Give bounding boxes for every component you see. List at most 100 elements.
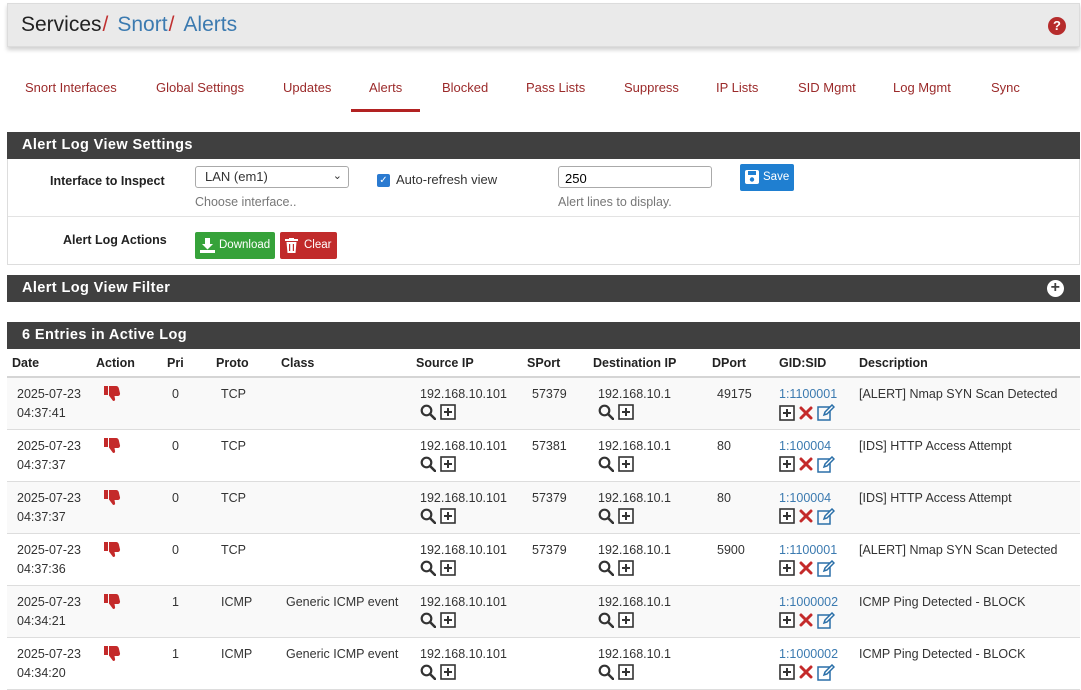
search-icon[interactable]: [420, 560, 437, 582]
add-suppress-icon[interactable]: [618, 663, 634, 686]
gid-sid-link[interactable]: 1:1000002: [779, 647, 838, 661]
thumbs-down-icon[interactable]: [103, 541, 121, 564]
disable-rule-icon[interactable]: [799, 561, 813, 581]
clear-button[interactable]: Clear: [280, 232, 337, 259]
add-suppress-icon[interactable]: [440, 559, 456, 582]
search-icon[interactable]: [420, 456, 437, 478]
date-text: 2025-07-23: [17, 594, 81, 609]
interface-select[interactable]: LAN (em1) ⌄: [195, 166, 349, 188]
col-dport[interactable]: DPort: [707, 349, 774, 378]
search-icon[interactable]: [598, 612, 615, 634]
col-pri[interactable]: Pri: [162, 349, 211, 378]
thumbs-down-icon[interactable]: [103, 437, 121, 460]
search-icon[interactable]: [598, 404, 615, 426]
time-text: 04:37:37: [17, 509, 66, 524]
interface-help: Choose interface..: [195, 195, 297, 209]
gid-sid-link[interactable]: 1:1000002: [779, 595, 838, 609]
gid-sid-link[interactable]: 1:100004: [779, 491, 831, 505]
add-suppress-icon[interactable]: [618, 611, 634, 634]
tab-suppress[interactable]: Suppress: [624, 78, 679, 112]
disable-rule-icon[interactable]: [799, 509, 813, 529]
col-action[interactable]: Action: [91, 349, 162, 378]
edit-icon[interactable]: [817, 507, 836, 531]
cell-source-ip: 192.168.10.101: [411, 481, 522, 534]
download-button[interactable]: Download: [195, 232, 275, 259]
add-suppress-icon[interactable]: [440, 455, 456, 478]
interface-select-value: LAN (em1): [205, 169, 268, 184]
search-icon[interactable]: [420, 612, 437, 634]
search-icon[interactable]: [598, 664, 615, 686]
disable-rule-icon[interactable]: [799, 457, 813, 477]
tab-pass-lists[interactable]: Pass Lists: [526, 78, 585, 112]
col-destination-ip[interactable]: Destination IP: [588, 349, 707, 378]
cell-pri: 0: [162, 481, 211, 534]
col-sport[interactable]: SPort: [522, 349, 588, 378]
thumbs-down-icon[interactable]: [103, 386, 121, 408]
edit-icon[interactable]: [817, 663, 836, 687]
search-icon[interactable]: [420, 664, 437, 686]
gid-sid-link[interactable]: 1:1100001: [779, 543, 837, 557]
expand-plus-icon[interactable]: +: [1047, 280, 1064, 297]
disable-rule-icon[interactable]: [799, 406, 813, 426]
tab-sid-mgmt[interactable]: SID Mgmt: [798, 78, 856, 112]
disable-rule-icon[interactable]: [799, 665, 813, 685]
page-header: Services/Snort/Alerts ?: [7, 3, 1080, 47]
col-date[interactable]: Date: [7, 349, 91, 378]
tab-blocked[interactable]: Blocked: [442, 78, 488, 112]
col-description[interactable]: Description: [854, 349, 1080, 378]
cell-sport: 57381: [522, 429, 588, 482]
tab-ip-lists[interactable]: IP Lists: [716, 78, 758, 112]
add-suppress-icon[interactable]: [779, 456, 795, 478]
disable-rule-icon[interactable]: [799, 613, 813, 633]
thumbs-down-icon[interactable]: [103, 593, 121, 616]
col-class[interactable]: Class: [276, 349, 411, 378]
thumbs-down-icon[interactable]: [103, 489, 121, 512]
search-icon[interactable]: [420, 508, 437, 530]
add-suppress-icon[interactable]: [618, 559, 634, 582]
add-suppress-icon[interactable]: [779, 508, 795, 530]
add-suppress-icon[interactable]: [779, 560, 795, 582]
tab-global-settings[interactable]: Global Settings: [156, 78, 244, 112]
settings-panel-title: Alert Log View Settings: [7, 132, 1080, 159]
cell-action: [91, 429, 162, 482]
add-suppress-icon[interactable]: [440, 507, 456, 530]
tab-snort-interfaces[interactable]: Snort Interfaces: [25, 78, 117, 112]
autorefresh-checkbox[interactable]: ✓: [377, 174, 390, 187]
thumbs-down-icon[interactable]: [103, 645, 121, 668]
add-suppress-icon[interactable]: [440, 663, 456, 686]
gid-sid-link[interactable]: 1:1100001: [779, 387, 837, 401]
add-suppress-icon[interactable]: [618, 455, 634, 478]
add-suppress-icon[interactable]: [779, 612, 795, 634]
search-icon[interactable]: [598, 560, 615, 582]
add-suppress-icon[interactable]: [440, 611, 456, 634]
add-suppress-icon[interactable]: [618, 507, 634, 530]
breadcrumb-snort-link[interactable]: Snort: [117, 13, 167, 36]
help-icon[interactable]: ?: [1048, 17, 1066, 35]
cell-destination-ip: 192.168.10.1: [588, 481, 707, 534]
alert-lines-input[interactable]: [558, 166, 712, 188]
search-icon[interactable]: [420, 404, 437, 426]
edit-icon[interactable]: [817, 559, 836, 583]
tab-alerts[interactable]: Alerts: [350, 78, 421, 112]
edit-icon[interactable]: [817, 455, 836, 479]
gid-sid-link[interactable]: 1:100004: [779, 439, 831, 453]
add-suppress-icon[interactable]: [618, 404, 634, 426]
filter-panel-title[interactable]: Alert Log View Filter +: [7, 275, 1080, 302]
search-icon[interactable]: [598, 456, 615, 478]
tab-sync[interactable]: Sync: [991, 78, 1020, 112]
breadcrumb-alerts-link[interactable]: Alerts: [183, 13, 237, 36]
table-header-row: Date Action Pri Proto Class Source IP SP…: [7, 349, 1080, 378]
add-suppress-icon[interactable]: [779, 404, 795, 427]
col-gid-sid[interactable]: GID:SID: [774, 349, 854, 378]
col-source-ip[interactable]: Source IP: [411, 349, 522, 378]
col-proto[interactable]: Proto: [211, 349, 276, 378]
tab-log-mgmt[interactable]: Log Mgmt: [893, 78, 951, 112]
add-suppress-icon[interactable]: [440, 404, 456, 426]
search-icon[interactable]: [598, 508, 615, 530]
save-button[interactable]: Save: [740, 164, 794, 191]
edit-icon[interactable]: [817, 403, 836, 427]
tab-updates[interactable]: Updates: [283, 78, 331, 112]
edit-icon[interactable]: [817, 611, 836, 635]
cell-pri: 0: [162, 429, 211, 482]
destination-ip-text: 192.168.10.1: [598, 594, 671, 609]
